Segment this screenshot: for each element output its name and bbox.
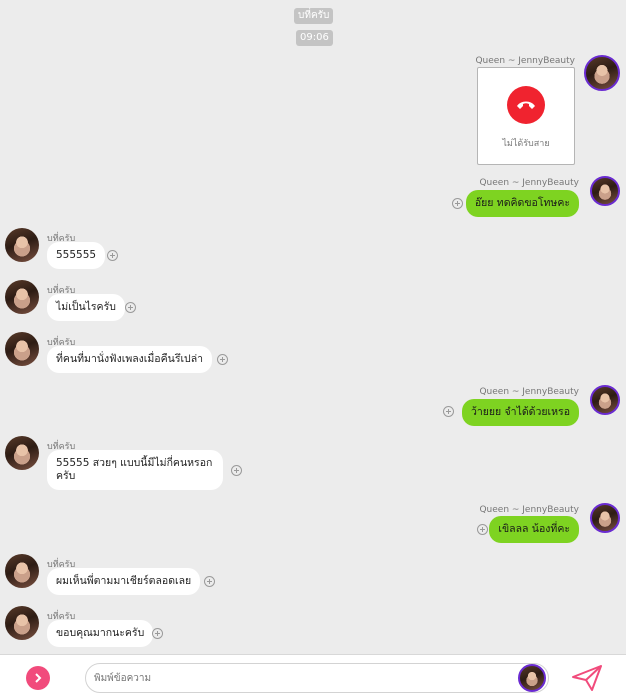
avatar[interactable] (518, 664, 546, 692)
message-bubble[interactable]: ไม่เป็นไรครับ (47, 294, 125, 321)
add-reaction-icon[interactable] (152, 628, 163, 639)
send-button[interactable] (570, 663, 604, 693)
message-input-container (85, 663, 549, 693)
missed-call-card[interactable]: ไม่ได้รับสาย (477, 67, 575, 165)
add-reaction-icon[interactable] (477, 524, 488, 535)
message-bubble[interactable]: 555555 (47, 242, 106, 269)
avatar[interactable] (5, 332, 39, 366)
time-separator: 09:06 (296, 30, 333, 46)
message-bubble[interactable]: ที่คนที่มานั่งฟังเพลงเมื่อคืนรึเปล่า (47, 346, 213, 373)
add-reaction-icon[interactable] (204, 576, 215, 587)
avatar[interactable] (5, 280, 39, 314)
chat-area: บที่ครับ 09:06 Queen ~ JennyBeauty ไม่ได… (0, 0, 626, 652)
add-reaction-icon[interactable] (125, 302, 136, 313)
message-input[interactable] (94, 670, 494, 686)
add-reaction-icon[interactable] (217, 354, 228, 365)
avatar[interactable] (5, 606, 39, 640)
add-reaction-icon[interactable] (443, 406, 454, 417)
avatar[interactable] (590, 176, 620, 206)
chevron-right-icon (35, 673, 42, 683)
phone-hangup-icon (507, 86, 545, 124)
call-sender-name: Queen ~ JennyBeauty (475, 56, 575, 66)
message-bubble[interactable]: 55555 สวยๆ แบบนี้มีไม่กี่คนหรอก ครับ (47, 450, 223, 490)
message-bubble[interactable]: ผมเห็นพี่ตามมาเชียร์ตลอดเลย (47, 568, 201, 595)
avatar[interactable] (584, 55, 620, 91)
message-sender-name: Queen ~ JennyBeauty (479, 387, 579, 397)
avatar[interactable] (590, 385, 620, 415)
send-icon (572, 665, 602, 691)
message-bubble[interactable]: ว้ายยย จำได้ด้วยเหรอ (461, 399, 579, 426)
add-attachment-button[interactable] (26, 666, 50, 690)
message-bubble[interactable]: เขิลลล น้องที่คะ (489, 516, 579, 543)
message-bubble[interactable]: อ๊ยย ทดคิดขอโทษคะ (465, 190, 579, 217)
message-composer (0, 654, 626, 700)
message-sender-name: Queen ~ JennyBeauty (479, 178, 579, 188)
avatar[interactable] (590, 503, 620, 533)
avatar[interactable] (5, 554, 39, 588)
avatar[interactable] (5, 436, 39, 470)
add-reaction-icon[interactable] (231, 465, 242, 476)
date-separator: บที่ครับ (294, 8, 334, 24)
call-status-text: ไม่ได้รับสาย (502, 139, 550, 149)
add-reaction-icon[interactable] (107, 250, 118, 261)
avatar[interactable] (5, 228, 39, 262)
message-sender-name: Queen ~ JennyBeauty (479, 505, 579, 515)
message-bubble[interactable]: ขอบคุณมากนะครับ (47, 620, 154, 647)
add-reaction-icon[interactable] (452, 198, 463, 209)
